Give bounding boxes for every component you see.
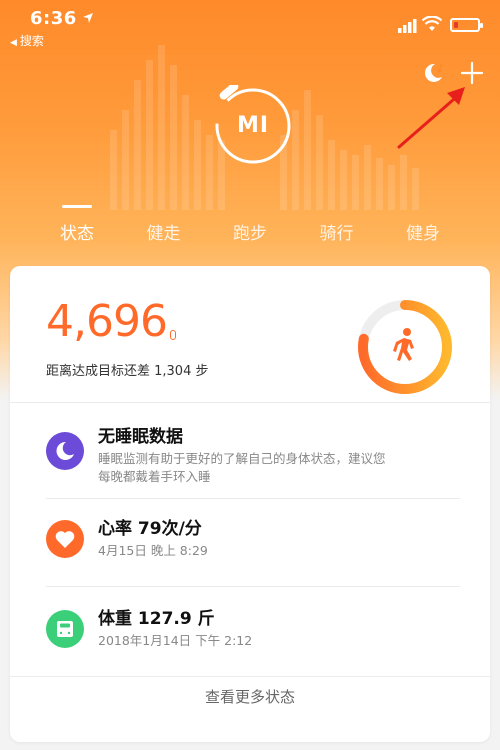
tab-walking[interactable]: 健走 [129, 205, 199, 245]
back-to-search[interactable]: ◀ 搜索 [10, 32, 44, 49]
tab-status[interactable]: 状态 [42, 205, 112, 245]
wifi-icon [422, 16, 442, 31]
tab-fitness[interactable]: 健身 [388, 205, 458, 245]
back-label: 搜索 [19, 34, 44, 48]
step-count: 4,696 [46, 296, 168, 347]
scale-icon [46, 610, 84, 648]
tab-running[interactable]: 跑步 [215, 205, 285, 245]
status-bar: 6:36 ◀ 搜索 [0, 0, 500, 49]
goal-remaining-text: 距离达成目标还差 1,304 步 [46, 364, 209, 379]
sleep-subtitle-line1: 睡眠监测有助于更好的了解自己的身体状态，建议您 [98, 451, 386, 466]
mi-logo: MI [236, 113, 270, 138]
row-divider [46, 498, 460, 499]
red-annotation-arrow [397, 87, 465, 149]
sleep-subtitle-line2: 每晚都戴着手环入睡 [98, 469, 211, 484]
heart-rate-time: 4月15日 晚上 8:29 [98, 543, 208, 558]
section-divider [10, 676, 490, 677]
cellular-signal-icon [398, 19, 417, 33]
svg-text:z: z [67, 446, 71, 454]
weight-title: 体重 127.9 斤 [98, 609, 215, 629]
battery-icon [450, 18, 483, 32]
battery-level [454, 22, 458, 28]
steps-progress-ring [358, 300, 452, 394]
sleep-row[interactable]: z 无睡眠数据 睡眠监测有助于更好的了解自己的身体状态，建议您 每晚都戴着手环入… [46, 426, 460, 496]
view-more-status-link[interactable]: 查看更多状态 [10, 686, 490, 707]
location-arrow-icon [83, 13, 93, 23]
weight-row[interactable]: 体重 127.9 斤 2018年1月14日 下午 2:12 [46, 604, 460, 664]
moon-icon: z [46, 432, 84, 470]
back-triangle-icon: ◀ [10, 38, 17, 48]
activity-tabs: 状态 健走 跑步 骑行 健身 [42, 205, 458, 245]
status-time: 6:36 [30, 8, 77, 29]
tab-cycling[interactable]: 骑行 [302, 205, 372, 245]
row-divider [46, 586, 460, 587]
sleep-title: 无睡眠数据 [98, 427, 183, 447]
heart-icon [46, 520, 84, 558]
section-divider [10, 402, 490, 403]
steps-unit-icon [170, 330, 176, 340]
heart-rate-title: 心率 79次/分 [98, 519, 202, 539]
walking-person-icon [393, 328, 414, 361]
status-card: 4,696 距离达成目标还差 1,304 步 z 无睡眠数据 睡眠监测有助于更好… [10, 266, 490, 742]
heart-rate-row[interactable]: 心率 79次/分 4月15日 晚上 8:29 [46, 516, 460, 576]
weight-time: 2018年1月14日 下午 2:12 [98, 633, 253, 648]
